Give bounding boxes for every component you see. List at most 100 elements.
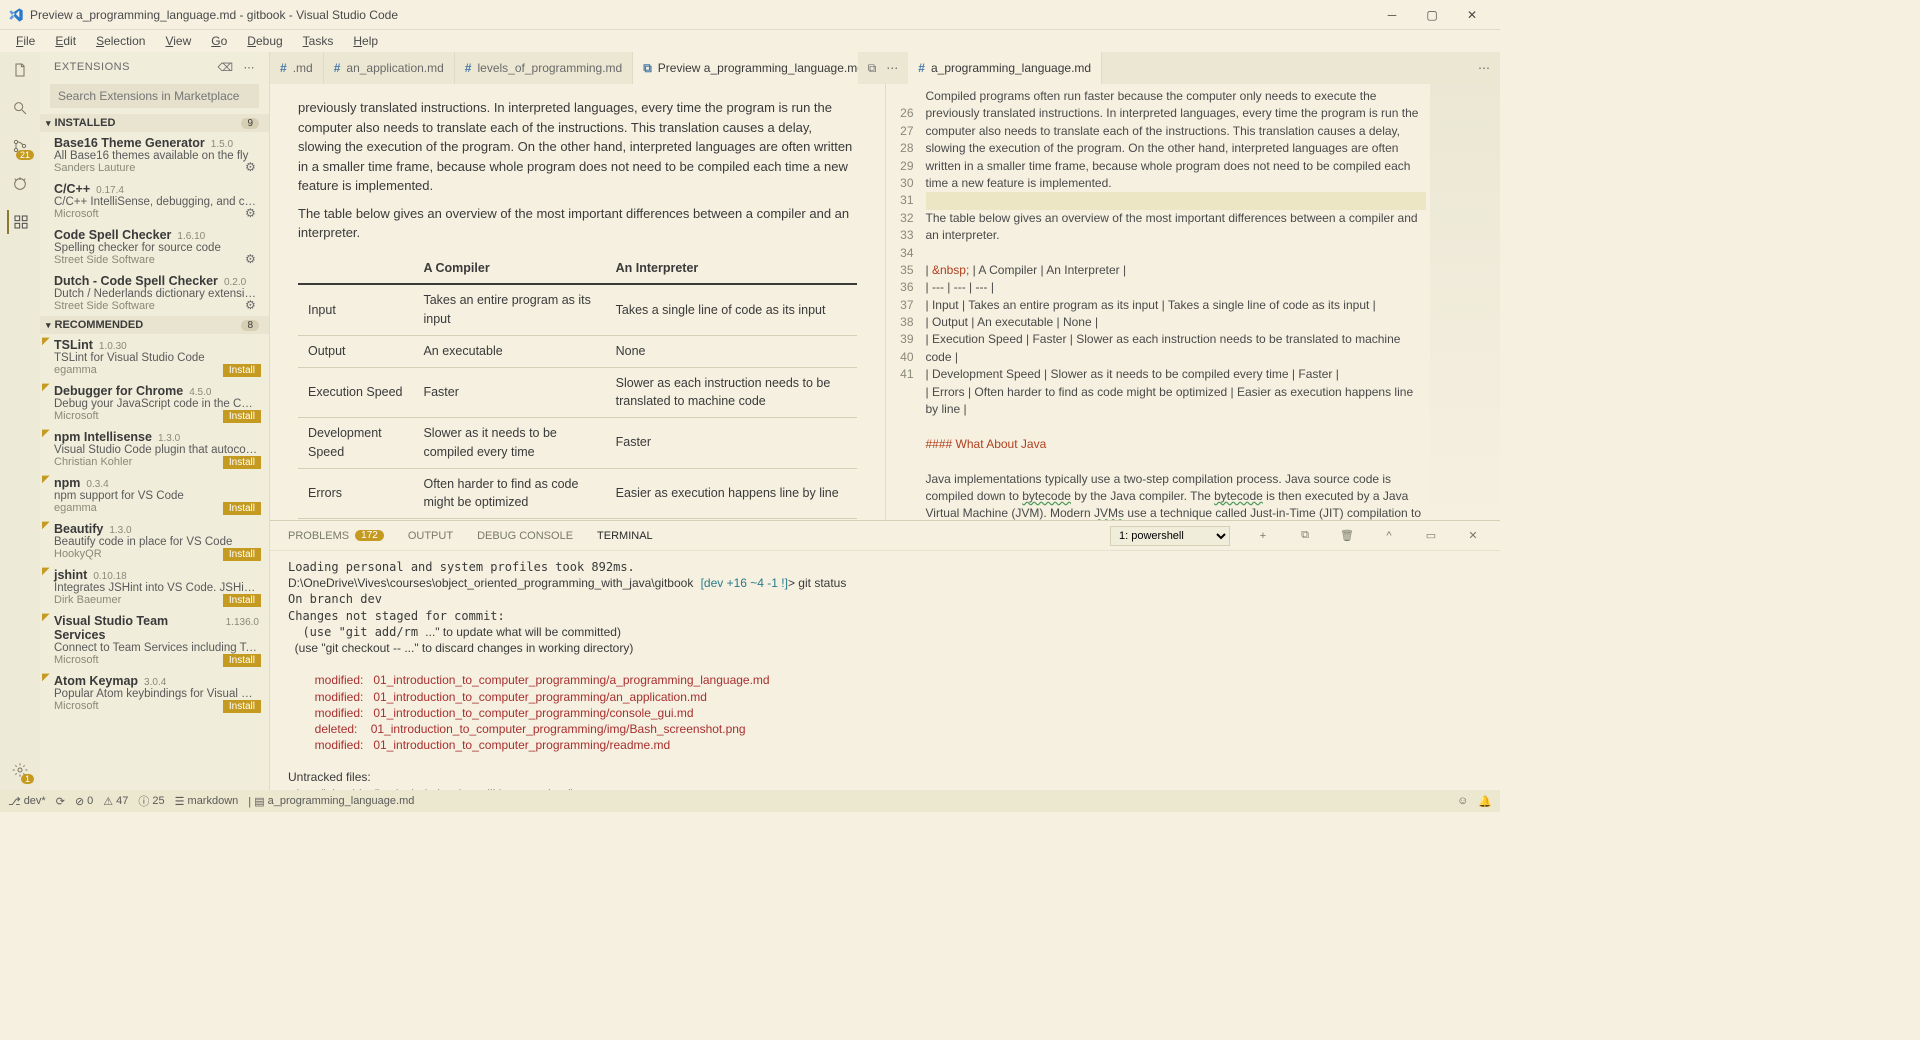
settings-icon[interactable]: 1 <box>8 758 32 782</box>
terminal-select[interactable]: 1: powershell <box>1110 526 1230 546</box>
extensions-search-input[interactable] <box>50 84 259 108</box>
extension-item[interactable]: ◤ TSLint1.0.30 TSLint for Visual Studio … <box>40 334 269 380</box>
extension-item[interactable]: ◤ Debugger for Chrome4.5.0 Debug your Ja… <box>40 380 269 426</box>
titlebar: Preview a_programming_language.md - gitb… <box>0 0 1500 30</box>
extension-item[interactable]: ◤ Beautify1.3.0 Beautify code in place f… <box>40 518 269 564</box>
extension-item[interactable]: ◤ Atom Keymap3.0.4 Popular Atom keybindi… <box>40 670 269 716</box>
debug-icon[interactable] <box>8 172 32 196</box>
install-button[interactable]: Install <box>223 548 261 561</box>
toggle-panel-icon[interactable]: ▭ <box>1422 529 1440 542</box>
minimize-button[interactable]: ─ <box>1372 0 1412 30</box>
status-info[interactable]: ⓘ 25 <box>138 793 164 809</box>
vscode-logo-icon <box>8 7 24 23</box>
activitybar: 21 1 <box>0 52 40 790</box>
install-button[interactable]: Install <box>223 654 261 667</box>
status-errors[interactable]: ⊘ 0 <box>75 795 93 808</box>
sidebar-title: EXTENSIONS <box>54 61 130 73</box>
maximize-panel-icon[interactable]: ^ <box>1380 530 1398 542</box>
menu-debug[interactable]: Debug <box>239 32 290 50</box>
install-button[interactable]: Install <box>223 364 261 377</box>
menu-tasks[interactable]: Tasks <box>295 32 342 50</box>
tab-more-icon[interactable]: ⋯ <box>886 61 898 75</box>
tab-label: a_programming_language.md <box>931 61 1091 75</box>
editor-tab[interactable]: # an_application.md <box>324 52 455 84</box>
markdown-preview[interactable]: previously translated instructions. In i… <box>270 84 885 520</box>
star-icon: ◤ <box>42 672 50 683</box>
menu-view[interactable]: View <box>157 32 199 50</box>
menu-file[interactable]: File <box>8 32 43 50</box>
file-icon: # <box>334 61 341 75</box>
recommended-count: 8 <box>241 320 259 331</box>
install-button[interactable]: Install <box>223 410 261 423</box>
menu-help[interactable]: Help <box>345 32 386 50</box>
install-button[interactable]: Install <box>223 700 261 713</box>
terminal-output[interactable]: Loading personal and system profiles too… <box>270 551 1500 790</box>
search-icon[interactable] <box>8 96 32 120</box>
recommended-section[interactable]: ▾RECOMMENDED 8 <box>40 316 269 334</box>
menu-edit[interactable]: Edit <box>47 32 84 50</box>
status-branch[interactable]: ⎇ dev* <box>8 795 46 808</box>
tab-label: an_application.md <box>346 61 443 75</box>
status-language[interactable]: ☰ markdown <box>175 795 239 808</box>
panel-tab-output[interactable]: OUTPUT <box>408 530 453 542</box>
table-row: OutputAn executableNone <box>298 335 857 367</box>
split-terminal-icon[interactable]: ⧉ <box>1296 529 1314 542</box>
extension-item[interactable]: Base16 Theme Generator1.5.0 All Base16 t… <box>40 132 269 178</box>
gear-icon[interactable]: ⚙ <box>245 206 259 220</box>
tab-more-icon[interactable]: ⋯ <box>1478 61 1490 75</box>
menu-selection[interactable]: Selection <box>88 32 153 50</box>
line-gutter: 26272829303132333435363738394041 <box>886 84 922 520</box>
extension-item[interactable]: C/C++0.17.4 C/C++ IntelliSense, debuggin… <box>40 178 269 224</box>
file-icon: ⧉ <box>643 61 652 76</box>
status-sync[interactable]: ⟳ <box>56 795 65 808</box>
code-editor[interactable]: Compiled programs often run faster becau… <box>922 84 1431 520</box>
editor-tab[interactable]: # .md <box>270 52 324 84</box>
clear-icon[interactable]: ⌫ <box>217 61 233 74</box>
editor-tab[interactable]: ⧉ Preview a_programming_language.md ✕ <box>633 52 857 84</box>
table-row: InputTakes an entire program as its inpu… <box>298 284 857 335</box>
extensions-icon[interactable] <box>7 210 31 234</box>
star-icon: ◤ <box>42 382 50 393</box>
status-warnings[interactable]: ⚠ 47 <box>103 795 128 808</box>
gear-icon[interactable]: ⚙ <box>245 298 259 312</box>
file-icon: # <box>918 61 925 75</box>
gear-icon[interactable]: ⚙ <box>245 160 259 174</box>
preview-pane: previously translated instructions. In i… <box>270 84 886 520</box>
maximize-button[interactable]: ▢ <box>1412 0 1452 30</box>
minimap[interactable] <box>1430 84 1500 520</box>
new-terminal-icon[interactable]: + <box>1254 530 1272 542</box>
comparison-table: A Compiler An Interpreter InputTakes an … <box>298 253 857 520</box>
more-icon[interactable]: ⋯ <box>244 61 256 74</box>
sidebar: EXTENSIONS ⌫ ⋯ ▾INSTALLED 9 Base16 Theme… <box>40 52 270 790</box>
editor-tab[interactable]: # levels_of_programming.md <box>455 52 633 84</box>
install-button[interactable]: Install <box>223 502 261 515</box>
close-window-button[interactable]: ✕ <box>1452 0 1492 30</box>
kill-terminal-icon[interactable]: 🗑 <box>1338 529 1356 542</box>
window-title: Preview a_programming_language.md - gitb… <box>30 8 1372 22</box>
install-button[interactable]: Install <box>223 456 261 469</box>
close-panel-icon[interactable]: ✕ <box>1464 529 1482 542</box>
status-bell-icon[interactable]: 🔔 <box>1478 795 1492 808</box>
extension-item[interactable]: ◤ npm Intellisense1.3.0 Visual Studio Co… <box>40 426 269 472</box>
settings-badge: 1 <box>21 774 34 784</box>
status-file[interactable]: | ▤ a_programming_language.md <box>248 795 414 808</box>
menu-go[interactable]: Go <box>203 32 235 50</box>
installed-section[interactable]: ▾INSTALLED 9 <box>40 114 269 132</box>
star-icon: ◤ <box>42 612 50 623</box>
panel-tab-terminal[interactable]: TERMINAL <box>597 530 653 542</box>
panel-tab-debug[interactable]: DEBUG CONSOLE <box>477 530 573 542</box>
split-editor-icon[interactable]: ⧉ <box>868 61 877 76</box>
panel-tab-problems[interactable]: PROBLEMS172 <box>288 530 384 542</box>
install-button[interactable]: Install <box>223 594 261 607</box>
star-icon: ◤ <box>42 566 50 577</box>
extension-item[interactable]: ◤ npm0.3.4 npm support for VS Code egamm… <box>40 472 269 518</box>
status-feedback-icon[interactable]: ☺ <box>1457 795 1468 807</box>
extension-item[interactable]: Code Spell Checker1.6.10 Spelling checke… <box>40 224 269 270</box>
extension-item[interactable]: Dutch - Code Spell Checker0.2.0 Dutch / … <box>40 270 269 316</box>
extension-item[interactable]: ◤ jshint0.10.18 Integrates JSHint into V… <box>40 564 269 610</box>
extension-item[interactable]: ◤ Visual Studio Team Services1.136.0 Con… <box>40 610 269 670</box>
editor-tab[interactable]: # a_programming_language.md <box>908 52 1102 84</box>
gear-icon[interactable]: ⚙ <box>245 252 259 266</box>
scm-icon[interactable]: 21 <box>8 134 32 158</box>
explorer-icon[interactable] <box>8 58 32 82</box>
